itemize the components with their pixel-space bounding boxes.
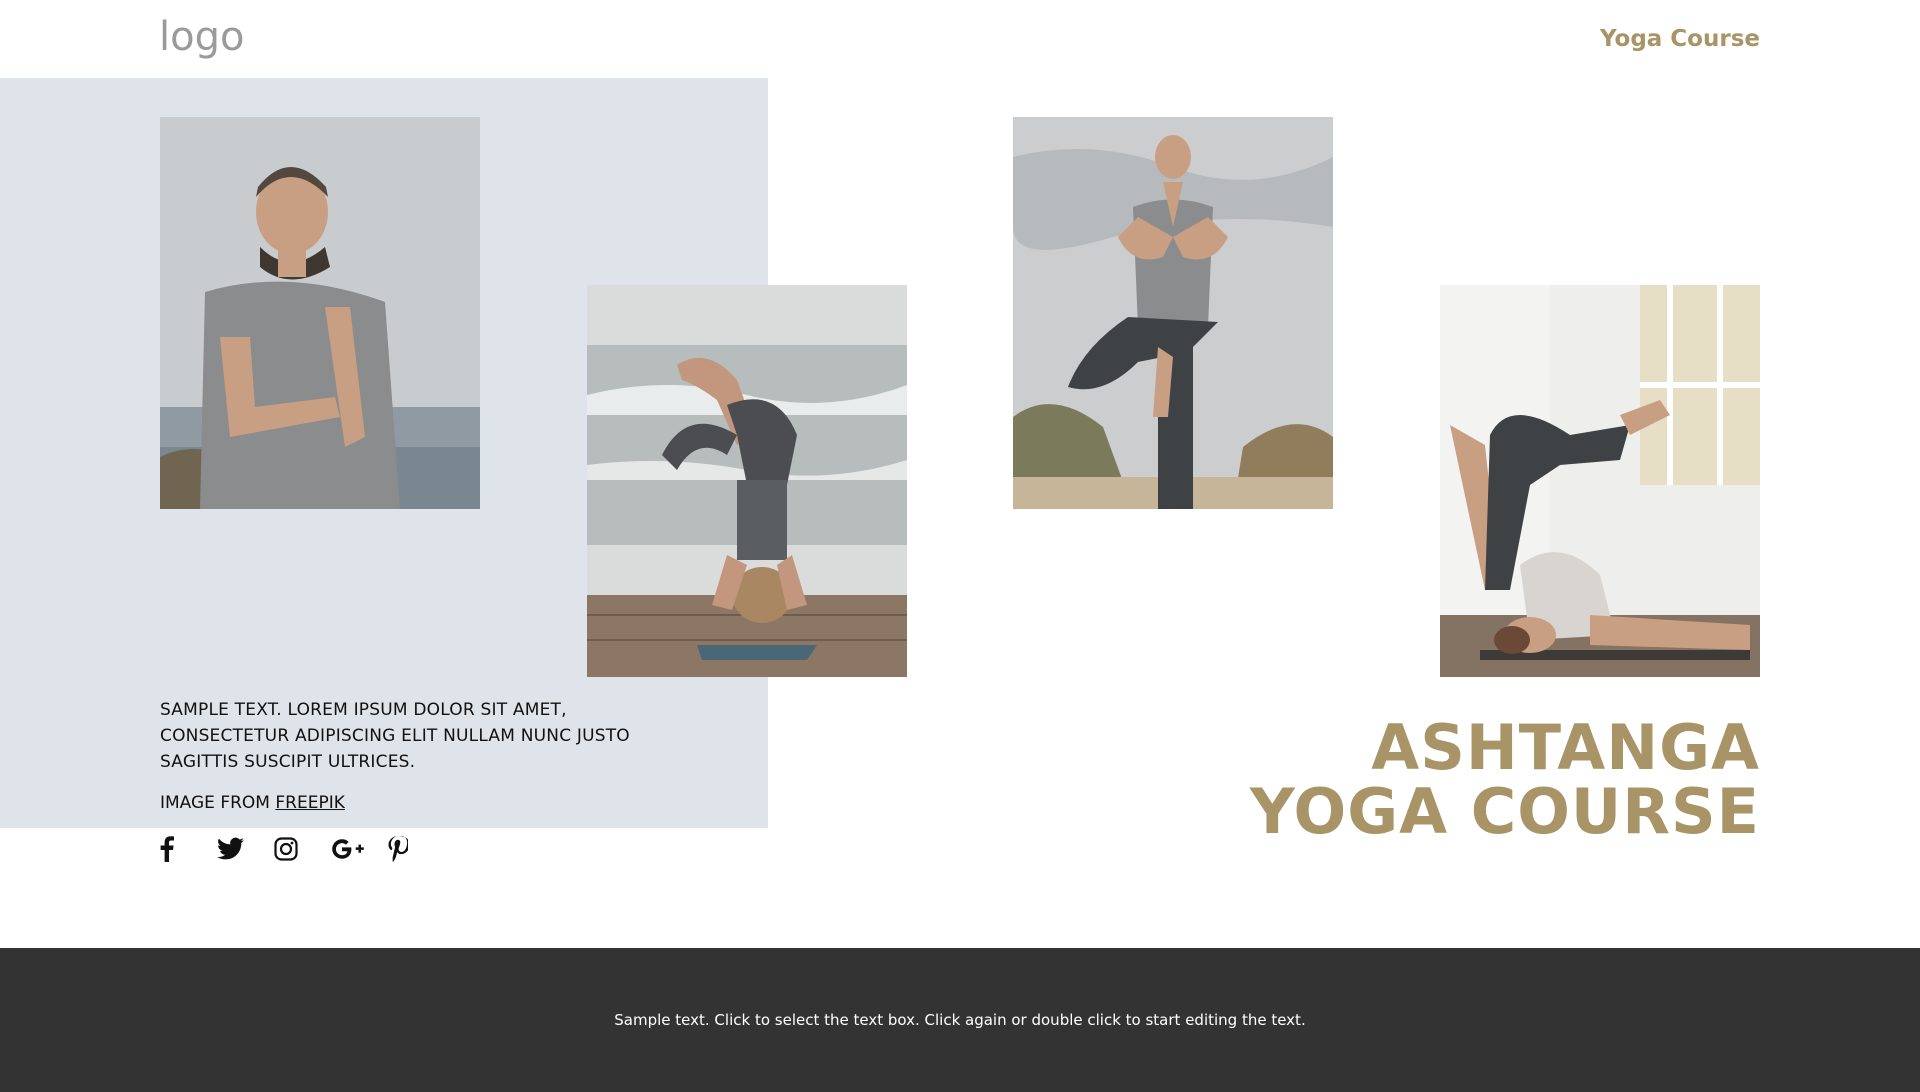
freepik-link[interactable]: Freepik: [275, 793, 345, 813]
facebook-icon[interactable]: [160, 834, 217, 864]
social-icons: [160, 834, 445, 864]
sample-text: Sample text. Lorem ipsum dolor sit amet,…: [160, 700, 630, 772]
svg-text:logo: logo: [159, 14, 244, 60]
google-plus-icon[interactable]: [331, 834, 388, 864]
photo-woman-headstand: [587, 285, 907, 677]
nav-link-yoga-course[interactable]: Yoga Course: [1600, 26, 1760, 52]
headline-line-2: Yoga Course: [1249, 775, 1760, 848]
page-headline: Ashtanga Yoga Course: [1250, 716, 1760, 844]
instagram-icon[interactable]: [274, 834, 331, 864]
footer-text[interactable]: Sample text. Click to select the text bo…: [614, 1011, 1305, 1029]
credit-prefix: Image from: [160, 793, 270, 813]
image-credit: Image from Freepik: [160, 793, 345, 813]
pinterest-icon[interactable]: [388, 834, 445, 864]
photo-woman-plow-pose: [1440, 285, 1760, 677]
photo-man-tree-pose: [1013, 117, 1333, 509]
logo[interactable]: logo: [159, 14, 249, 62]
headline-line-1: Ashtanga: [1371, 711, 1760, 784]
photo-man-meditating: [160, 117, 480, 509]
footer: Sample text. Click to select the text bo…: [0, 948, 1920, 1092]
twitter-icon[interactable]: [217, 834, 274, 864]
